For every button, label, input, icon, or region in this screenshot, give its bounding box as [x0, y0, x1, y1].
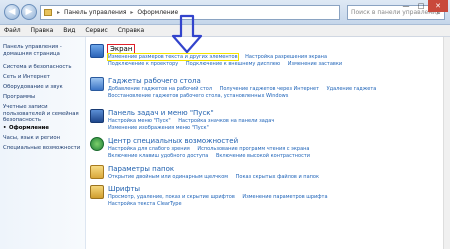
link-connect-external-display[interactable]: Подключение к внешнему дисплею	[186, 61, 280, 67]
link-screen-resolution[interactable]: Настройка разрешения экрана	[245, 54, 327, 60]
menu-file[interactable]: Файл	[0, 25, 25, 37]
link-customize-start-menu[interactable]: Настройка меню "Пуск"	[108, 118, 171, 124]
link-show-hidden-files[interactable]: Показ скрытых файлов и папок	[236, 174, 319, 180]
link-single-double-click[interactable]: Открытие двойным или одинарным щелчком	[108, 174, 228, 180]
fonts-links-row-2: Настройка текста ClearType	[108, 201, 188, 208]
category-title-folder-options[interactable]: Параметры папок	[108, 165, 174, 173]
vertical-scrollbar[interactable]	[443, 37, 450, 249]
leftnav-item-accessibility[interactable]: Специальные возможности	[3, 145, 85, 152]
ease-links-row-2: Включение клавиш удобного доступа Включе…	[108, 153, 316, 160]
category-title-fonts[interactable]: Шрифты	[108, 185, 140, 193]
leftnav-item-accounts[interactable]: Учетные записи пользователей и семейная …	[3, 104, 85, 124]
link-preview-fonts[interactable]: Просмотр, удаление, показ и скрытие шриф…	[108, 194, 235, 200]
breadcrumb-control-panel[interactable]: Панель управления	[64, 9, 127, 16]
menubar: Файл Правка Вид Сервис Справка	[0, 25, 450, 37]
annotation-arrow-icon	[171, 14, 203, 54]
link-connect-projector[interactable]: Подключение к проектору	[108, 61, 178, 67]
leftnav-item-hardware[interactable]: Оборудование и звук	[3, 84, 85, 91]
back-arrow-icon: ◀	[8, 7, 16, 17]
link-get-gadgets-online[interactable]: Получение гаджетов через Интернет	[220, 86, 319, 92]
link-change-screensaver[interactable]: Изменение заставки	[288, 61, 342, 67]
titlebar: ◀ ▶ ▸ Панель управления ▸ Оформление Пои…	[0, 0, 450, 25]
link-sticky-keys[interactable]: Включение клавиш удобного доступа	[108, 153, 208, 159]
leftnav-item-security[interactable]: Система и безопасность	[3, 64, 85, 71]
close-button[interactable]: ✕	[428, 0, 448, 12]
maximize-button[interactable]: □	[414, 0, 428, 12]
left-navigation: Панель управления - домашняя страница Си…	[0, 37, 86, 249]
link-add-gadgets[interactable]: Добавление гаджетов на рабочий стол	[108, 86, 212, 92]
menu-view[interactable]: Вид	[59, 25, 79, 37]
minimize-button[interactable]: —	[398, 0, 414, 12]
category-title-gadgets[interactable]: Гаджеты рабочего стола	[108, 77, 201, 85]
folder-links-row-1: Открытие двойным или одинарным щелчком П…	[108, 174, 325, 181]
menu-help[interactable]: Справка	[114, 25, 148, 37]
link-screen-reader[interactable]: Использование программ чтения с экрана	[197, 146, 309, 152]
main-content: Экран Изменение размеров текста и других…	[86, 37, 450, 249]
link-taskbar-icons[interactable]: Настройка значков на панели задач	[178, 118, 274, 124]
link-change-text-size[interactable]: Изменение размеров текста и других элеме…	[107, 53, 239, 61]
ease-links-row-1: Настройка для слабого зрения Использован…	[108, 146, 315, 153]
back-button[interactable]: ◀	[4, 4, 20, 20]
leftnav-item-programs[interactable]: Программы	[3, 94, 85, 101]
display-icon	[90, 44, 104, 58]
link-remove-gadget[interactable]: Удаление гаджета	[327, 86, 377, 92]
display-links-row-2: Подключение к проектору Подключение к вн…	[108, 61, 348, 68]
breadcrumb-separator-icon: ▸	[57, 9, 61, 16]
link-restore-gadgets[interactable]: Восстановление гаджетов рабочего стола, …	[108, 93, 288, 99]
ease-of-access-icon	[90, 137, 104, 151]
gadgets-icon	[90, 77, 104, 91]
taskbar-links-row-1: Настройка меню "Пуск" Настройка значков …	[108, 118, 280, 125]
control-panel-icon	[44, 9, 52, 16]
folder-options-icon	[90, 165, 104, 179]
leftnav-item-appearance[interactable]: Оформление	[3, 125, 85, 132]
gadgets-links-row-1: Добавление гаджетов на рабочий стол Полу…	[108, 86, 382, 93]
forward-button[interactable]: ▶	[21, 4, 37, 20]
category-title-display[interactable]: Экран	[106, 44, 136, 54]
taskbar-icon	[90, 109, 104, 123]
category-title-taskbar[interactable]: Панель задач и меню "Пуск"	[108, 109, 214, 117]
fonts-icon	[90, 185, 104, 199]
leftnav-item-clock-region[interactable]: Часы, язык и регион	[3, 135, 85, 142]
taskbar-links-row-2: Изменение изображения меню "Пуск"	[108, 125, 215, 132]
display-links-row-1: Изменение размеров текста и других элеме…	[107, 53, 333, 61]
gadgets-links-row-2: Восстановление гаджетов рабочего стола, …	[108, 93, 294, 100]
link-cleartype[interactable]: Настройка текста ClearType	[108, 201, 182, 207]
link-change-start-picture[interactable]: Изменение изображения меню "Пуск"	[108, 125, 209, 131]
category-title-ease-of-access[interactable]: Центр специальных возможностей	[108, 137, 238, 145]
fonts-links-row-1: Просмотр, удаление, показ и скрытие шриф…	[108, 194, 334, 201]
leftnav-item-home[interactable]: Панель управления - домашняя страница	[3, 44, 85, 57]
link-high-contrast[interactable]: Включение высокой контрастности	[216, 153, 310, 159]
link-font-settings[interactable]: Изменение параметров шрифта	[242, 194, 327, 200]
breadcrumb-separator-icon: ▸	[130, 9, 134, 16]
display-title-text[interactable]: Экран	[106, 44, 136, 54]
menu-edit[interactable]: Правка	[27, 25, 58, 37]
forward-arrow-icon: ▶	[25, 7, 33, 17]
leftnav-item-network[interactable]: Сеть и Интернет	[3, 74, 85, 81]
menu-tools[interactable]: Сервис	[81, 25, 111, 37]
link-low-vision[interactable]: Настройка для слабого зрения	[108, 146, 190, 152]
